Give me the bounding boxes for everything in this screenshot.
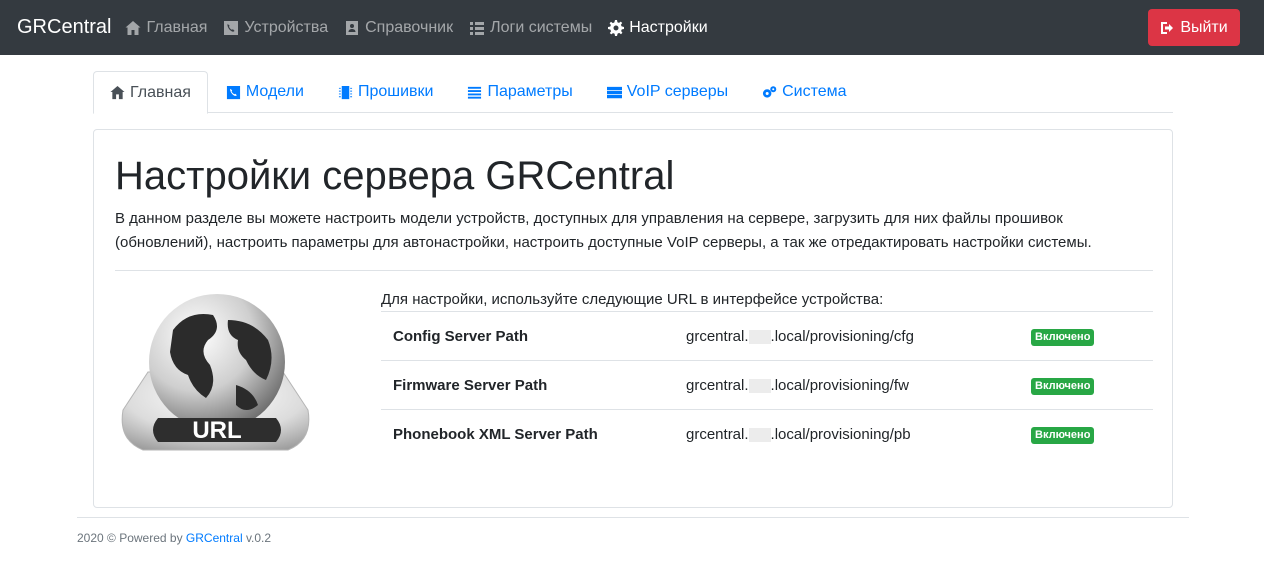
nav-item-label: Настройки	[629, 18, 708, 36]
phone-icon	[226, 85, 240, 99]
gear-icon	[608, 19, 625, 36]
url-image-label: URL	[192, 417, 241, 444]
home-icon	[110, 85, 125, 100]
url-name: Config Server Path	[381, 311, 686, 361]
url-suffix: .local/provisioning/fw	[770, 376, 909, 394]
url-suffix: .local/provisioning/pb	[770, 425, 911, 443]
nav-item-phonebook[interactable]: Справочник	[344, 19, 453, 37]
sign-out-icon	[1161, 21, 1174, 34]
settings-card: Настройки сервера GRCentral В данном раз…	[93, 129, 1173, 508]
tab-label: Модели	[245, 83, 304, 100]
top-navbar: GRCentral Главная Устройства Справочник …	[0, 0, 1264, 55]
url-prefix: grcentral.	[686, 327, 749, 345]
phone-icon	[224, 20, 239, 35]
tab-label: VoIP серверы	[626, 83, 729, 100]
status-badge: Включено	[1031, 328, 1095, 346]
cogs-icon	[763, 85, 777, 98]
table-row: Config Server Path grcentral. .local/prov…	[381, 311, 1153, 361]
tab-system[interactable]: Система	[746, 71, 862, 113]
url-value[interactable]: grcentral. .local/provisioning/cfg	[686, 311, 1031, 361]
redacted-hostname	[748, 378, 771, 393]
footer-divider	[77, 517, 1189, 518]
redacted-hostname	[748, 427, 771, 442]
nav-item-label: Главная	[146, 18, 208, 36]
address-book-icon	[346, 20, 359, 35]
status-badge: Включено	[1031, 377, 1095, 395]
nav-item-label: Справочник	[365, 18, 454, 36]
tab-home[interactable]: Главная	[93, 71, 208, 114]
tab-parameters[interactable]: Параметры	[451, 71, 588, 113]
list-icon	[470, 21, 485, 35]
tab-label: Параметры	[487, 83, 573, 100]
home-icon	[125, 20, 141, 35]
page-title: Настройки сервера GRCentral	[115, 154, 675, 198]
redacted-hostname	[748, 329, 771, 344]
url-value[interactable]: grcentral. .local/provisioning/fw	[686, 360, 1031, 410]
footer-grcentral-link[interactable]: GRCentral	[186, 531, 243, 545]
nav-item-label: Логи системы	[490, 18, 593, 36]
server-icon	[606, 86, 622, 98]
tab-models[interactable]: Модели	[210, 71, 320, 113]
tab-firmware[interactable]: Прошивки	[322, 71, 450, 113]
footer: 2020 © Powered by GRCentral v.0.2	[77, 531, 271, 545]
nav-item-label: Устройства	[244, 18, 329, 36]
nav-item-devices[interactable]: Устройства	[223, 19, 328, 37]
divider	[115, 270, 1153, 271]
url-prefix: grcentral.	[686, 425, 749, 443]
page-description: В данном разделе вы можете настроить мод…	[115, 210, 1092, 251]
logout-label: Выйти	[1180, 18, 1228, 36]
table-row: Firmware Server Path grcentral. .local/pr…	[381, 360, 1153, 410]
footer-text: 2020 © Powered by	[77, 531, 186, 545]
table-row: Phonebook XML Server Path grcentral. .loc…	[381, 409, 1153, 459]
logout-button[interactable]: Выйти	[1148, 9, 1240, 46]
status-badge: Включено	[1031, 426, 1095, 444]
tab-label: Система	[782, 83, 847, 100]
url-name: Phonebook XML Server Path	[381, 409, 686, 459]
url-globe-icon: URL	[121, 294, 310, 451]
tab-label: Прошивки	[357, 83, 434, 100]
footer-version: v.0.2	[242, 531, 272, 545]
url-prefix: grcentral.	[686, 376, 749, 394]
provisioning-url-table: Config Server Path grcentral. .local/prov…	[381, 311, 1153, 459]
url-suffix: .local/provisioning/cfg	[770, 327, 914, 345]
url-value[interactable]: grcentral. .local/provisioning/pb	[686, 409, 1031, 459]
nav-item-system-logs[interactable]: Логи системы	[469, 19, 592, 37]
url-name: Firmware Server Path	[381, 360, 686, 410]
tab-voip-servers[interactable]: VoIP серверы	[591, 71, 744, 113]
bars-icon	[468, 86, 482, 99]
tab-label: Главная	[130, 83, 191, 101]
nav-item-settings[interactable]: Настройки	[608, 18, 708, 37]
brand-logo[interactable]: GRCentral	[17, 16, 111, 39]
microchip-icon	[338, 85, 352, 99]
nav-item-home[interactable]: Главная	[125, 19, 207, 37]
settings-tabs: Главная Модели Прошивки Параметры VoIP с…	[93, 71, 1173, 114]
url-hint: Для настройки, используйте следующие URL…	[381, 291, 884, 308]
